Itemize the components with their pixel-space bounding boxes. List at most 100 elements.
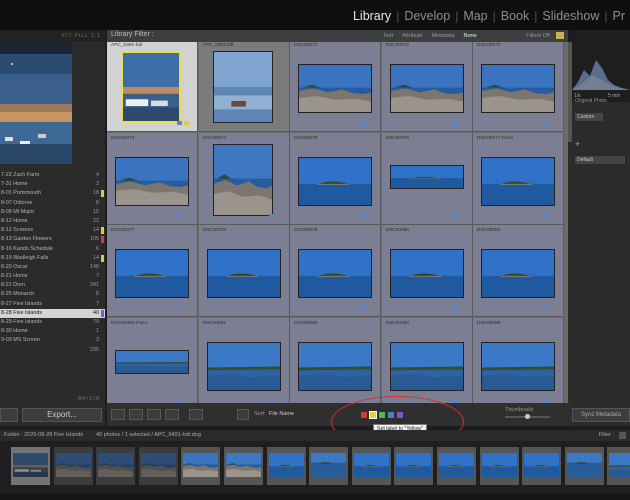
collection-item[interactable]: 8-08 Mt Major 15: [0, 208, 105, 217]
collection-item[interactable]: 7-31 Home 2: [0, 180, 105, 189]
default-dropdown[interactable]: Default: [575, 156, 625, 164]
collection-item[interactable]: 7-22 Zach Farm 4: [0, 171, 105, 180]
filmstrip-thumbnail[interactable]: [309, 447, 349, 485]
grid-cell-thumbnail[interactable]: [206, 341, 281, 391]
grid-cell-thumbnail[interactable]: [298, 249, 372, 298]
grid-cell[interactable]: DSC00084: [381, 317, 473, 403]
collection-item[interactable]: 8-12 Home 22: [0, 217, 105, 226]
collection-item[interactable]: 8-30 Home 1: [0, 327, 105, 336]
grid-cell[interactable]: APC_0493.hdr: [198, 42, 290, 132]
grid-cell[interactable]: DSC00077: [107, 225, 198, 317]
lock-icon[interactable]: [556, 32, 564, 39]
filmstrip-path[interactable]: Folder : 2020-08-28 Five Islands: [4, 432, 83, 438]
survey-view-icon[interactable]: [165, 409, 179, 420]
filter-tab-text[interactable]: Text: [383, 33, 393, 39]
collection-item[interactable]: 8-29 Five Islands 79: [0, 318, 105, 327]
module-book[interactable]: Book: [496, 9, 535, 23]
metadata-badge-icon[interactable]: [268, 306, 274, 310]
thumbnails-slider-knob[interactable]: [525, 414, 530, 419]
metadata-badge-icon[interactable]: [177, 306, 182, 310]
sort-dropdown[interactable]: File Name: [269, 411, 294, 417]
metadata-badge-icon[interactable]: [451, 398, 457, 403]
filmstrip-thumbnail[interactable]: [11, 447, 50, 485]
collection-item[interactable]: 8-28 Five Islands 40: [0, 308, 105, 318]
grid-cell[interactable]: DSC00079: [290, 225, 381, 317]
grid-cell-thumbnail[interactable]: [481, 64, 555, 113]
grid-cell[interactable]: DSC00074: [198, 132, 290, 225]
sort-direction-icon[interactable]: [237, 409, 249, 420]
collection-item[interactable]: 8-19 Wadleigh Falls 14: [0, 254, 105, 263]
grid-cell[interactable]: DSC00080: [381, 225, 473, 317]
grid-cell-thumbnail[interactable]: [298, 156, 372, 206]
grid-cell-thumbnail[interactable]: [115, 249, 189, 298]
metadata-badge-icon[interactable]: [360, 306, 365, 310]
grid-cell[interactable]: DSC00083: [290, 317, 381, 403]
grid-cell-thumbnail[interactable]: [115, 349, 189, 374]
filter-tab-attribute[interactable]: Attribute: [402, 33, 422, 39]
collection-item[interactable]: 8-21 Home 7: [0, 272, 105, 281]
metadata-badge-icon[interactable]: [177, 398, 182, 403]
filter-tab-metadata[interactable]: Metadata: [432, 33, 455, 39]
grid-cell[interactable]: APC_0491-hdr: [107, 42, 198, 132]
collection-item[interactable]: 8-21 Dorn 241: [0, 281, 105, 290]
grid-cell[interactable]: DSC00081: [473, 225, 564, 317]
grid-cell-thumbnail[interactable]: [481, 341, 555, 391]
filmstrip-thumbnail[interactable]: [224, 447, 263, 485]
custom-dropdown[interactable]: Custom: [575, 113, 603, 121]
import-button[interactable]: [0, 408, 18, 422]
grid-cell-thumbnail[interactable]: [298, 64, 372, 113]
module-library[interactable]: Library: [348, 9, 396, 23]
grid-cell-thumbnail[interactable]: [206, 249, 281, 298]
collection-item[interactable]: 9-03 MS Screen 3: [0, 336, 105, 345]
metadata-badge-icon[interactable]: [268, 398, 274, 403]
grid-cell-thumbnail[interactable]: [212, 51, 273, 123]
filmstrip-thumbnail[interactable]: [394, 447, 434, 485]
metadata-badge-icon[interactable]: [543, 121, 548, 125]
filmstrip-count[interactable]: 40 photos / 1 selected / APC_0491-hdr.dn…: [96, 432, 201, 438]
filmstrip-thumbnail[interactable]: [53, 447, 93, 485]
filmstrip-thumbnail[interactable]: [522, 447, 562, 485]
filter-tab-none[interactable]: None: [464, 33, 477, 39]
filters-off-dropdown[interactable]: Filters Off: [526, 33, 550, 39]
grid-cell[interactable]: DSC00077-Pano: [473, 132, 564, 225]
grid-cell[interactable]: DSC00074: [107, 132, 198, 225]
grid-cell-thumbnail[interactable]: [389, 164, 464, 189]
module-print[interactable]: Pr: [608, 9, 630, 23]
collection-item[interactable]: 8-20 Oscar 148: [0, 263, 105, 272]
export-button[interactable]: Export...: [22, 408, 102, 422]
grid-cell-thumbnail[interactable]: [389, 249, 464, 298]
grid-view-icon[interactable]: [111, 409, 125, 420]
metadata-badge-icon[interactable]: [543, 306, 548, 310]
filmstrip-scrollbar[interactable]: [0, 494, 630, 500]
collection-item[interactable]: 8-25 Monarch 8: [0, 290, 105, 299]
filmstrip-thumbnail[interactable]: [607, 447, 630, 485]
collection-item[interactable]: 235: [0, 346, 105, 355]
metadata-badge-icon[interactable]: [268, 213, 274, 218]
filmstrip-thumbnail[interactable]: [138, 447, 178, 485]
grid-cell-thumbnail[interactable]: [389, 341, 464, 391]
grid-cell-thumbnail[interactable]: [121, 51, 181, 123]
metadata-badge-icon[interactable]: [177, 213, 182, 218]
filmstrip-thumbnail[interactable]: [96, 447, 136, 485]
metadata-badge-icon[interactable]: [543, 398, 548, 403]
collection-item[interactable]: 8-01 Portsmouth 18: [0, 189, 105, 198]
original-photo-checkbox[interactable]: Original Photo: [575, 98, 607, 104]
grid-cell-thumbnail[interactable]: [212, 143, 273, 216]
filmstrip-thumbnail[interactable]: [437, 447, 476, 485]
grid-cell-thumbnail[interactable]: [481, 249, 555, 298]
collection-item[interactable]: 8-16 Kando Schedule 6: [0, 245, 105, 254]
sync-metadata-button[interactable]: Sync Metadata: [572, 408, 630, 422]
compare-view-icon[interactable]: [147, 409, 161, 420]
loupe-view-icon[interactable]: [129, 409, 143, 420]
grid-cell[interactable]: DSC00082-Pano: [107, 317, 198, 403]
grid-cell[interactable]: DSC00073: [473, 42, 564, 132]
grid-cell-thumbnail[interactable]: [389, 64, 464, 113]
grid-cell[interactable]: DSC00075: [290, 132, 381, 225]
grid-cell[interactable]: DSC00085: [473, 317, 564, 403]
collection-item[interactable]: 8-07 Odiorne 8: [0, 199, 105, 208]
collection-item[interactable]: 8-27 Five Islands 7: [0, 300, 105, 309]
filmstrip-thumbnail[interactable]: [266, 447, 306, 485]
metadata-badge-icon[interactable]: [360, 121, 365, 125]
grid-cell[interactable]: DSC00076: [381, 132, 473, 225]
metadata-badge-icon[interactable]: [451, 121, 457, 125]
